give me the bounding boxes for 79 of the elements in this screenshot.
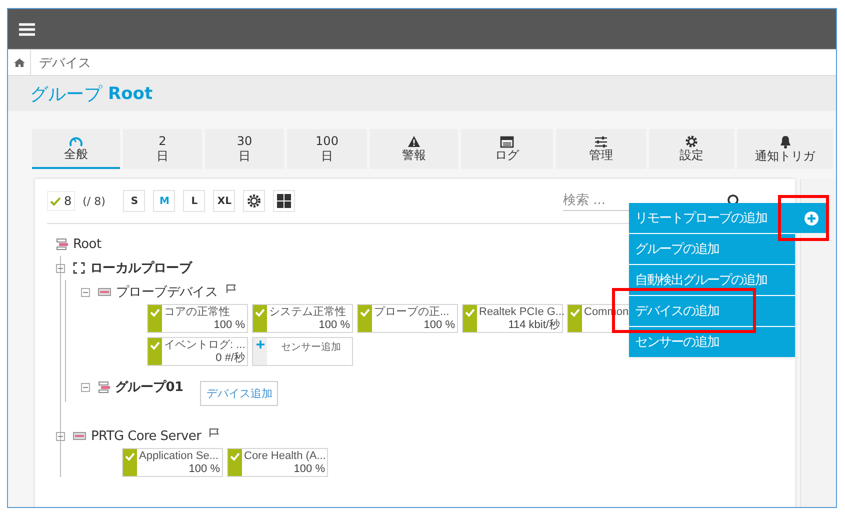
- sliders-icon: [594, 136, 608, 148]
- tab[interactable]: 2 日: [123, 129, 202, 169]
- gauge-icon: [69, 134, 83, 146]
- check-icon: [230, 452, 240, 461]
- settings-button[interactable]: [243, 190, 266, 212]
- tab[interactable]: 管理: [556, 129, 646, 169]
- collapse-icon[interactable]: [56, 432, 65, 440]
- ok-count-button[interactable]: 8: [47, 191, 75, 211]
- settings-icon: [685, 135, 698, 148]
- add-device-button[interactable]: デバイス追加: [200, 380, 278, 406]
- size-button[interactable]: XL: [213, 190, 236, 212]
- grid-icon: [277, 194, 292, 208]
- sensor-tile[interactable]: Application Se... 100 %: [122, 448, 223, 477]
- collapse-icon[interactable]: [56, 264, 65, 272]
- tree-node-label[interactable]: グループ01: [115, 378, 184, 396]
- sensor-value: 100 %: [318, 319, 350, 332]
- bell-icon: [778, 134, 792, 148]
- check-icon: [360, 308, 370, 317]
- tab[interactable]: 100 日: [287, 129, 367, 169]
- collapse-icon[interactable]: [81, 288, 90, 296]
- tab[interactable]: 設定: [649, 129, 734, 169]
- sensor-tile[interactable]: コアの正常性 100 %: [147, 304, 248, 333]
- sensor-value: 100 %: [294, 463, 325, 476]
- tab[interactable]: 警報: [370, 129, 458, 169]
- tab[interactable]: 30 日: [205, 129, 284, 169]
- tree-node-label[interactable]: Root: [73, 236, 102, 252]
- sensor-value: 0 #/秒: [216, 352, 245, 365]
- check-icon: [465, 308, 475, 317]
- sensor-name: システム正常性: [269, 305, 346, 319]
- check-icon: [255, 308, 265, 317]
- sensor-tile[interactable]: システム正常性 100 %: [252, 304, 353, 333]
- tree-node-label[interactable]: PRTG Core Server: [91, 428, 202, 444]
- tab[interactable]: 全般: [32, 129, 120, 169]
- probe-icon: [73, 262, 85, 274]
- page-title-name: Root: [108, 84, 153, 104]
- highlight-frame: [778, 195, 829, 241]
- warning-icon: [407, 135, 421, 148]
- sensor-name: コアの正常性: [164, 305, 230, 319]
- sensor-value: 100 %: [188, 463, 220, 476]
- sensor-name: Core Health (A...: [244, 449, 326, 463]
- sensor-value: 100 %: [214, 319, 245, 332]
- tab[interactable]: 通知トリガ: [737, 129, 833, 169]
- tree-node-label[interactable]: プローブデバイス: [116, 283, 218, 301]
- check-icon: [570, 308, 580, 317]
- sensor-value: 100 %: [424, 319, 455, 332]
- check-icon: [125, 452, 135, 461]
- sensor-name: イベントログ: ...: [164, 338, 246, 352]
- sensor-name: Realtek PCIe G...: [479, 305, 565, 319]
- sensor-tile[interactable]: イベントログ: ... 0 #/秒: [147, 337, 248, 366]
- list-window-icon: [500, 136, 514, 148]
- collapse-icon[interactable]: [81, 382, 90, 392]
- menu-icon[interactable]: [19, 22, 35, 36]
- add-button[interactable]: [795, 203, 828, 233]
- page-title-prefix: グループ: [30, 82, 102, 106]
- check-icon: [50, 196, 61, 206]
- sensor-name: Application Se...: [139, 449, 218, 463]
- group-icon: [56, 238, 68, 250]
- tile-view-button[interactable]: [273, 190, 296, 212]
- add-sensor-button[interactable]: センサー追加: [252, 337, 353, 366]
- size-button[interactable]: L: [183, 190, 206, 212]
- breadcrumb-link[interactable]: デバイス: [31, 54, 91, 72]
- sensor-name: プローブの正...: [374, 305, 450, 319]
- tab[interactable]: ログ: [461, 129, 553, 169]
- gear-icon: [247, 194, 262, 208]
- plus-icon: [804, 210, 819, 226]
- device-icon: [98, 288, 111, 296]
- sensor-tile[interactable]: Core Health (A... 100 %: [227, 448, 328, 477]
- size-button[interactable]: S: [123, 190, 146, 212]
- check-icon: [150, 341, 160, 350]
- home-icon[interactable]: [14, 58, 24, 67]
- check-icon: [150, 308, 160, 317]
- sensor-tile[interactable]: Realtek PCIe G... 114 kbit/秒: [462, 304, 563, 333]
- total-count: (/ 8): [82, 194, 106, 208]
- sensor-value: 114 kbit/秒: [508, 319, 560, 332]
- group-icon: [98, 381, 110, 393]
- sensor-tile[interactable]: プローブの正... 100 %: [357, 304, 458, 333]
- tree-node-label[interactable]: ローカルプローブ: [90, 259, 192, 277]
- plus-icon: [256, 340, 264, 349]
- device-icon: [73, 432, 86, 440]
